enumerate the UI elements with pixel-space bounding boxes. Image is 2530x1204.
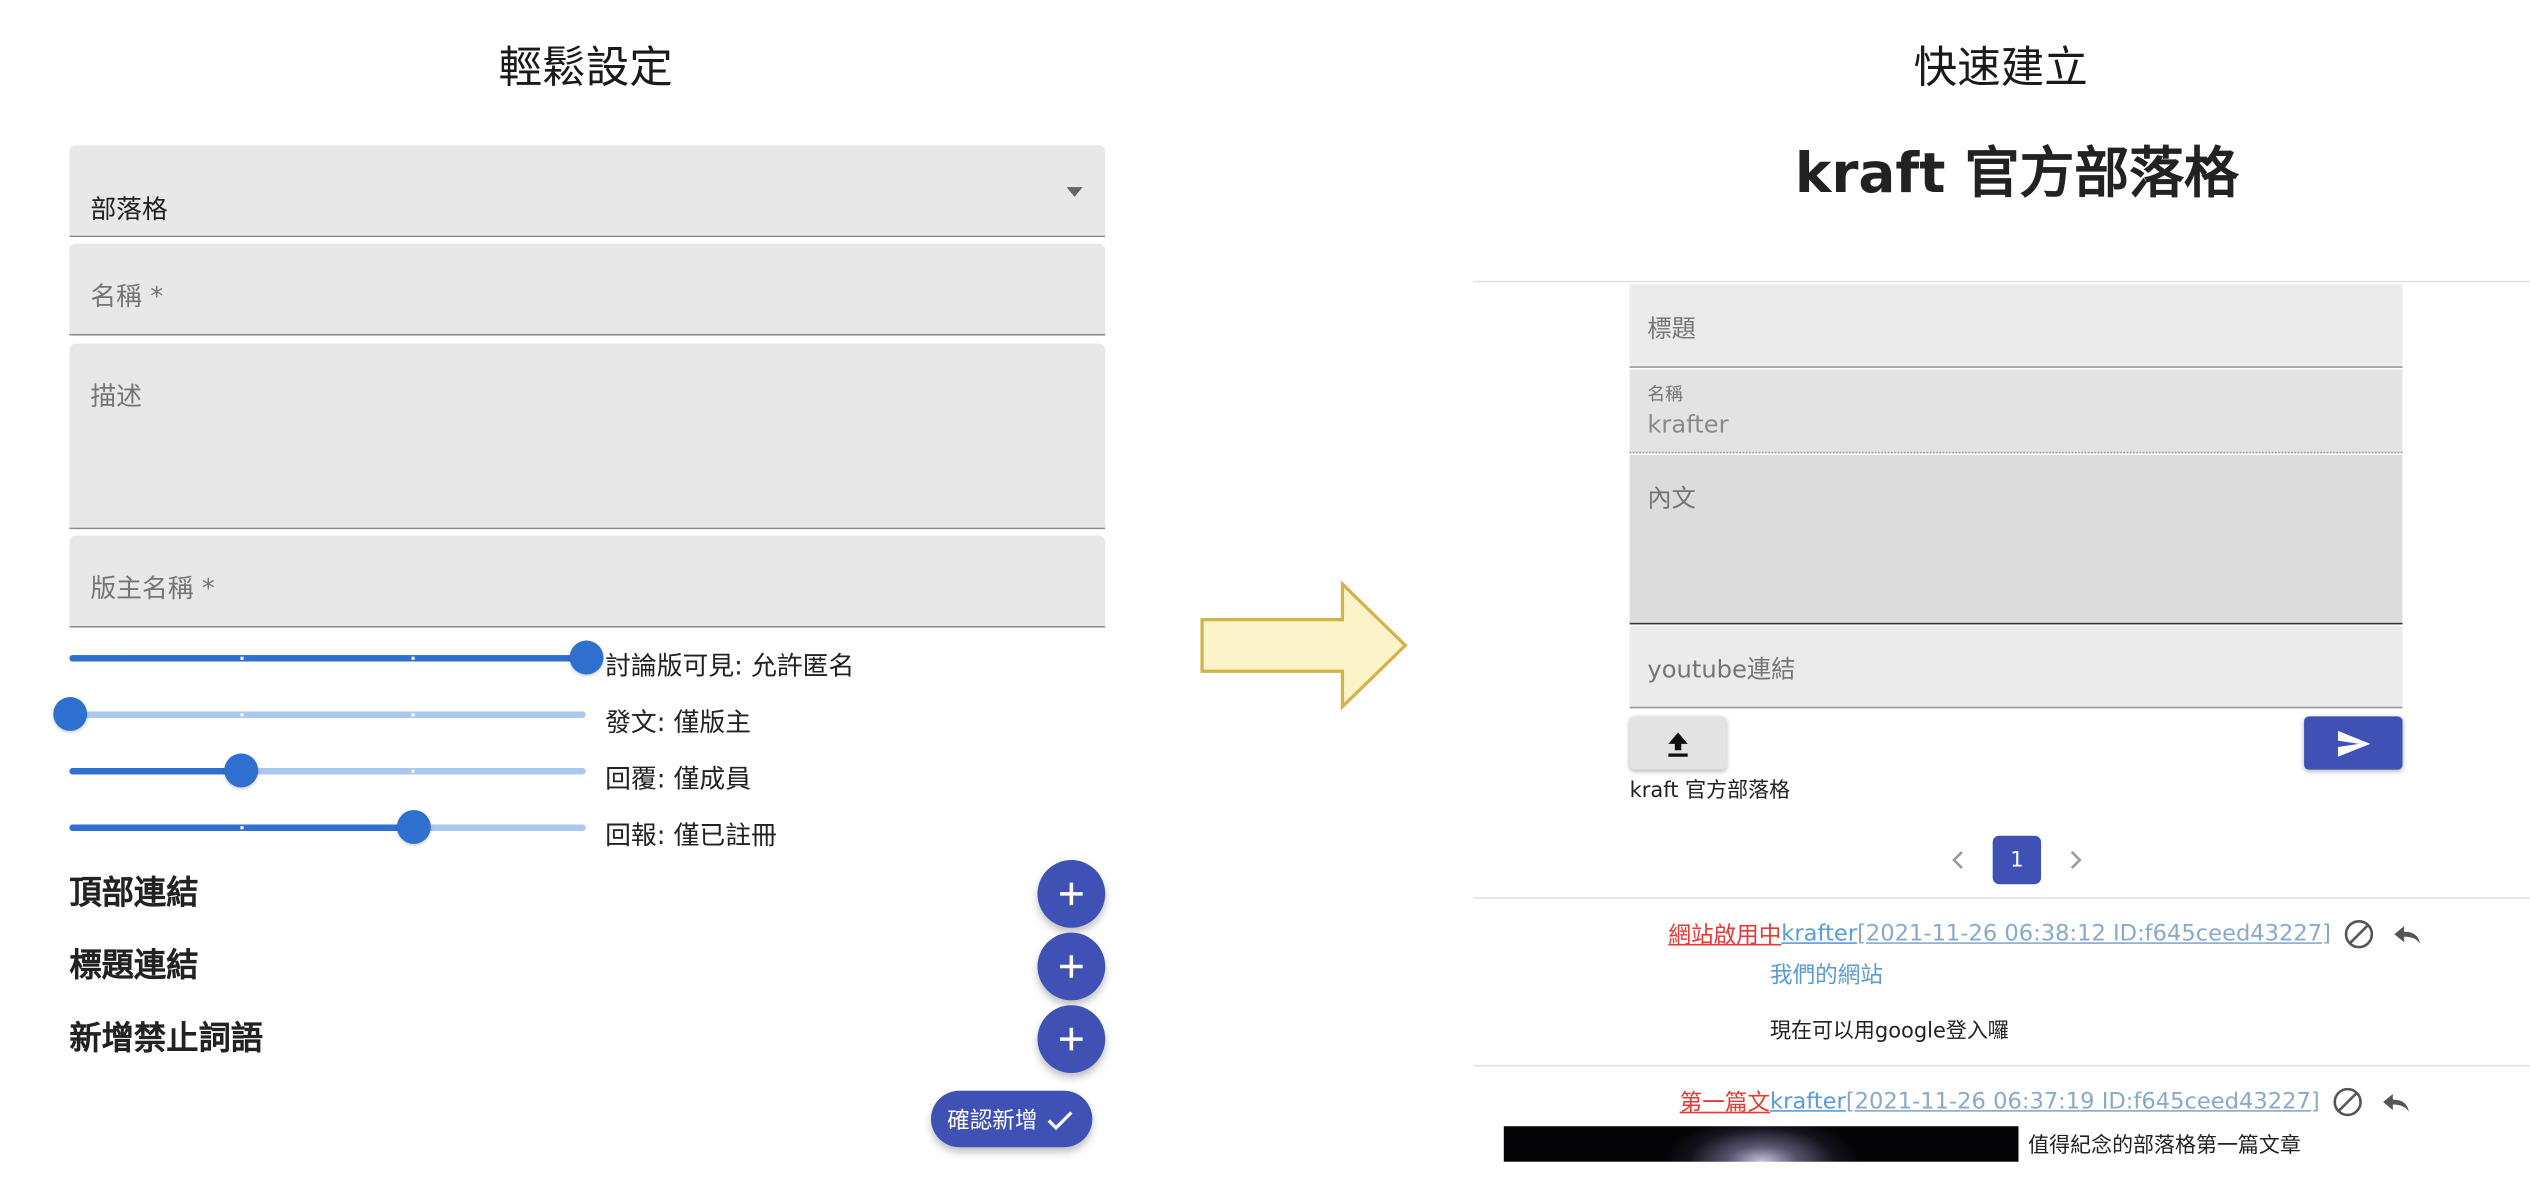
owner-name-field[interactable]: 版主名稱 * [69,535,1106,628]
title-links-heading: 標題連結 [69,945,199,985]
left-title: 輕鬆設定 [498,43,673,94]
post-tag-2[interactable]: 第一篇文 [1680,1086,1770,1118]
post-author-2[interactable]: krafter [1770,1089,1846,1115]
add-title-link-button[interactable] [1037,932,1106,1001]
banned-words-heading: 新增禁止詞語 [69,1018,264,1057]
post-body-2: 值得紀念的部落格第一篇文章 [2028,1134,2301,1159]
description-field-label: 描述 [90,380,143,412]
board-name: kraft 官方部落格 [1629,779,1791,804]
slider-report-permission-label: 回報: 僅已註冊 [605,819,777,851]
description-field[interactable]: 描述 [69,343,1106,530]
youtube-link-label: youtube連結 [1647,655,1796,685]
page-1-button[interactable]: 1 [1992,835,2042,885]
post-link-1[interactable]: 我們的網站 [1770,958,1883,990]
slider-report-permission[interactable] [69,809,586,844]
blog-title: kraft 官方部落格 [1794,141,2239,207]
slider-fill [69,655,586,662]
slider-post-permission-label: 發文: 僅版主 [605,706,752,738]
slider-thumb[interactable] [52,697,87,731]
send-icon [2337,730,2370,756]
slider-thumb[interactable] [396,809,431,844]
plus-icon [1060,1027,1083,1051]
slider-fill [69,768,242,775]
owner-name-field-label: 版主名稱 * [90,572,215,604]
post-title-field[interactable]: 標題 [1629,283,2403,368]
author-name-label: 名稱 [1647,384,1683,405]
slider-rail [69,711,586,719]
slider-visibility[interactable] [69,640,603,675]
slider-step-mark [411,769,416,773]
confirm-create-button[interactable]: 確認新增 [930,1090,1093,1148]
youtube-link-field[interactable]: youtube連結 [1629,626,2403,709]
post-tag-1[interactable]: 網站啟用中 [1668,918,1781,950]
plus-icon [1060,882,1083,906]
slider-reply-permission[interactable] [69,753,586,788]
header-divider [1473,280,2530,283]
post-header-1: 網站啟用中 krafter [2021-11-26 06:38:12 ID:f6… [1668,916,2424,951]
confirm-create-label: 確認新增 [947,1107,1038,1134]
post-image [1503,1126,2019,1162]
slider-step-mark [239,713,244,717]
right-title: 快速建立 [1913,43,2088,94]
type-select-value: 部落格 [90,193,168,225]
post-author-1[interactable]: krafter [1781,921,1857,947]
reply-icon[interactable] [2389,916,2424,951]
upload-button[interactable] [1629,716,1727,770]
post-body-1: 現在可以用google登入囉 [1770,1019,2009,1044]
post-divider [1473,1064,2530,1067]
top-links-heading: 頂部連結 [69,872,199,912]
arrow-right-icon [1200,580,1408,711]
post-meta-1[interactable]: [2021-11-26 06:38:12 ID:f645ceed43227] [1857,921,2331,947]
slider-step-mark [239,656,244,660]
post-content-field[interactable]: 內文 [1629,455,2403,625]
block-icon[interactable] [2329,1084,2364,1119]
post-content-label: 內文 [1647,484,1696,514]
add-top-link-button[interactable] [1037,859,1106,928]
author-name-field: 名稱 krafter [1629,369,2403,454]
post-header-2: 第一篇文 krafter [2021-11-26 06:37:19 ID:f64… [1680,1084,2414,1119]
send-button[interactable] [2304,716,2403,770]
dropdown-arrow-icon [1066,187,1083,197]
slider-reply-permission-label: 回覆: 僅成員 [605,763,752,794]
slider-step-mark [411,713,416,717]
post-meta-2[interactable]: [2021-11-26 06:37:19 ID:f645ceed43227] [1846,1089,2320,1115]
next-page-icon[interactable] [2064,847,2087,873]
list-divider [1473,897,2530,899]
type-select[interactable]: 部落格 [69,145,1106,238]
plus-icon [1060,955,1083,978]
prev-page-icon[interactable] [1947,847,1970,873]
reply-icon[interactable] [2378,1084,2413,1119]
check-icon [1047,1110,1073,1130]
slider-visibility-label: 討論版可見: 允許匿名 [605,650,855,681]
slider-step-mark [239,826,244,830]
slider-post-permission[interactable] [52,697,586,731]
slider-step-mark [411,656,416,660]
name-field-label: 名稱 * [90,280,164,312]
block-icon[interactable] [2341,916,2376,951]
name-field[interactable]: 名稱 * [69,243,1106,336]
upload-icon [1668,731,1688,756]
slider-thumb[interactable] [568,640,603,675]
post-title-label: 標題 [1647,314,1696,344]
page-number: 1 [2010,847,2024,873]
author-name-value: krafter [1647,409,1729,439]
add-banned-word-button[interactable] [1037,1005,1106,1073]
slider-thumb[interactable] [224,753,259,788]
